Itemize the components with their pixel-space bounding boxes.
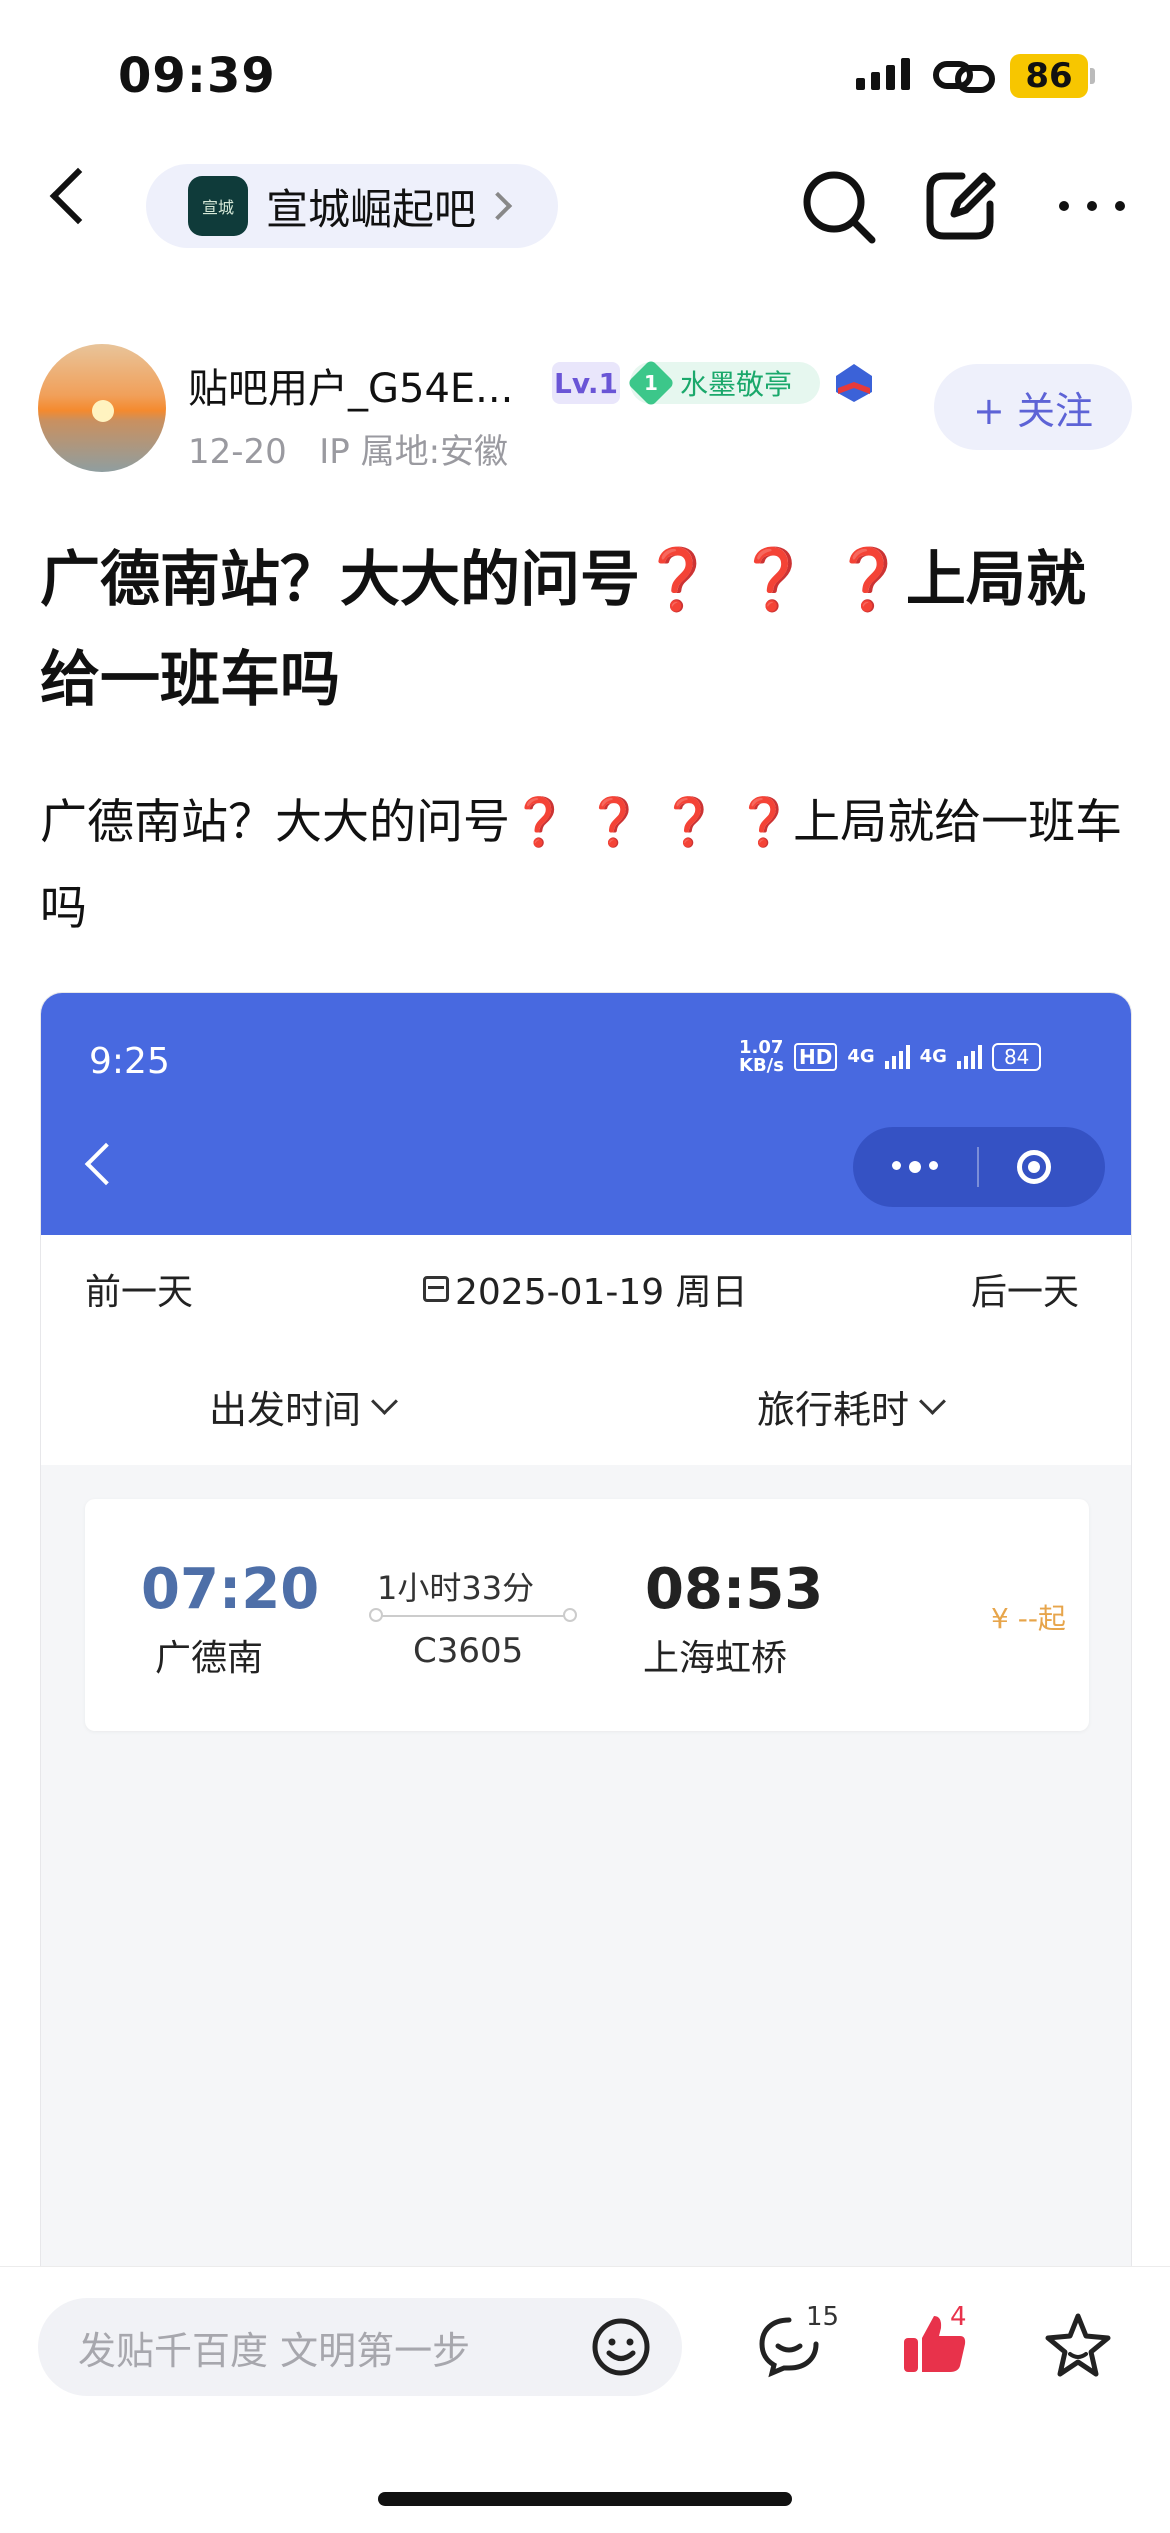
arrival-station: 上海虹桥	[643, 1638, 788, 1679]
edit-post-icon[interactable]	[918, 164, 1002, 248]
post-body: 广德南站？大大的问号❓ ❓ ❓ ❓上局就给一班车吗	[40, 795, 1123, 936]
username[interactable]: 贴吧用户_G54E...	[188, 356, 513, 414]
battery-level: 86	[1010, 54, 1088, 98]
sort-departure: 出发时间	[209, 1379, 398, 1434]
comment-count: 15	[806, 2302, 840, 2332]
cellular-signal-icon	[956, 1045, 982, 1069]
like-count: 4	[950, 2302, 967, 2332]
net-4g-label: 4G	[847, 1046, 875, 1067]
embedded-status-time: 9:25	[89, 1041, 170, 1082]
chevron-right-icon	[483, 191, 513, 221]
forum-name: 宣城崛起吧	[266, 184, 477, 234]
home-indicator	[378, 2492, 792, 2506]
selected-date: 2025-01-19 周日	[423, 1263, 748, 1315]
train-card: 07:20 广德南 1小时33分 C3605 08:53 上海虹桥 ¥ --起	[85, 1499, 1089, 1731]
arrival-time: 08:53	[645, 1557, 824, 1622]
fan-badge: 1 水墨敬亭	[626, 358, 820, 408]
avatar[interactable]	[38, 344, 166, 472]
duration-line	[375, 1615, 569, 1617]
forum-pill[interactable]: 宣城 宣城崛起吧	[146, 164, 558, 248]
post-date: 12-20	[188, 432, 287, 472]
forum-logo: 宣城	[188, 176, 248, 236]
cellular-signal-icon	[884, 1045, 910, 1069]
duration-dot-end	[563, 1608, 577, 1622]
chevron-down-icon	[371, 1388, 398, 1415]
close-miniprogram-icon	[1017, 1150, 1051, 1184]
prev-day: 前一天	[85, 1272, 194, 1313]
post-meta: 12-20 IP 属地:安徽	[188, 424, 508, 473]
departure-time: 07:20	[141, 1557, 320, 1622]
fan-title: 水墨敬亭	[680, 368, 793, 401]
question-marks: ❓ ❓ ❓ ❓	[510, 795, 794, 850]
comment-input[interactable]: 发贴千百度 文明第一步	[38, 2298, 682, 2396]
embedded-status-icons: 1.07 KB/s HD 4G 4G 84	[739, 1037, 1042, 1076]
more-icon	[853, 1161, 977, 1173]
level-badge: Lv.1	[552, 362, 620, 404]
rank-badge-icon	[836, 364, 872, 402]
travel-duration: 1小时33分	[377, 1569, 535, 1607]
chevron-down-icon	[919, 1388, 946, 1415]
miniprogram-capsule	[853, 1127, 1105, 1207]
net-4g-label: 4G	[919, 1046, 947, 1067]
star-icon[interactable]	[1042, 2310, 1114, 2382]
embedded-battery: 84	[991, 1043, 1042, 1071]
follow-button[interactable]: + 关注	[934, 364, 1132, 450]
more-options-icon[interactable]	[1050, 164, 1134, 248]
ip-location: IP 属地:安徽	[319, 432, 509, 472]
cellular-signal-icon	[856, 58, 910, 90]
embedded-image[interactable]: 9:25 1.07 KB/s HD 4G 4G 84 前一天 2025-01-19…	[40, 992, 1132, 2268]
search-icon[interactable]	[796, 164, 880, 248]
net-speed: 1.07 KB/s	[739, 1037, 784, 1076]
status-time: 09:39	[118, 48, 276, 104]
emoji-icon[interactable]	[590, 2316, 652, 2378]
train-number: C3605	[413, 1631, 524, 1671]
sort-duration: 旅行耗时	[757, 1379, 946, 1434]
departure-station: 广德南	[155, 1638, 264, 1679]
battery-tip	[1090, 68, 1095, 84]
back-button[interactable]	[49, 167, 107, 225]
post-title: 广德南站？大大的问号❓ ❓ ❓上局就给一班车吗	[40, 545, 1086, 715]
price: ¥ --起	[991, 1602, 1066, 1635]
gem-icon: 1	[626, 358, 676, 408]
calendar-icon	[423, 1276, 449, 1302]
link-icon	[933, 61, 995, 93]
question-marks: ❓ ❓ ❓	[640, 545, 906, 615]
next-day: 后一天	[971, 1272, 1080, 1313]
hd-icon: HD	[793, 1043, 838, 1071]
duration-dot-start	[369, 1608, 383, 1622]
